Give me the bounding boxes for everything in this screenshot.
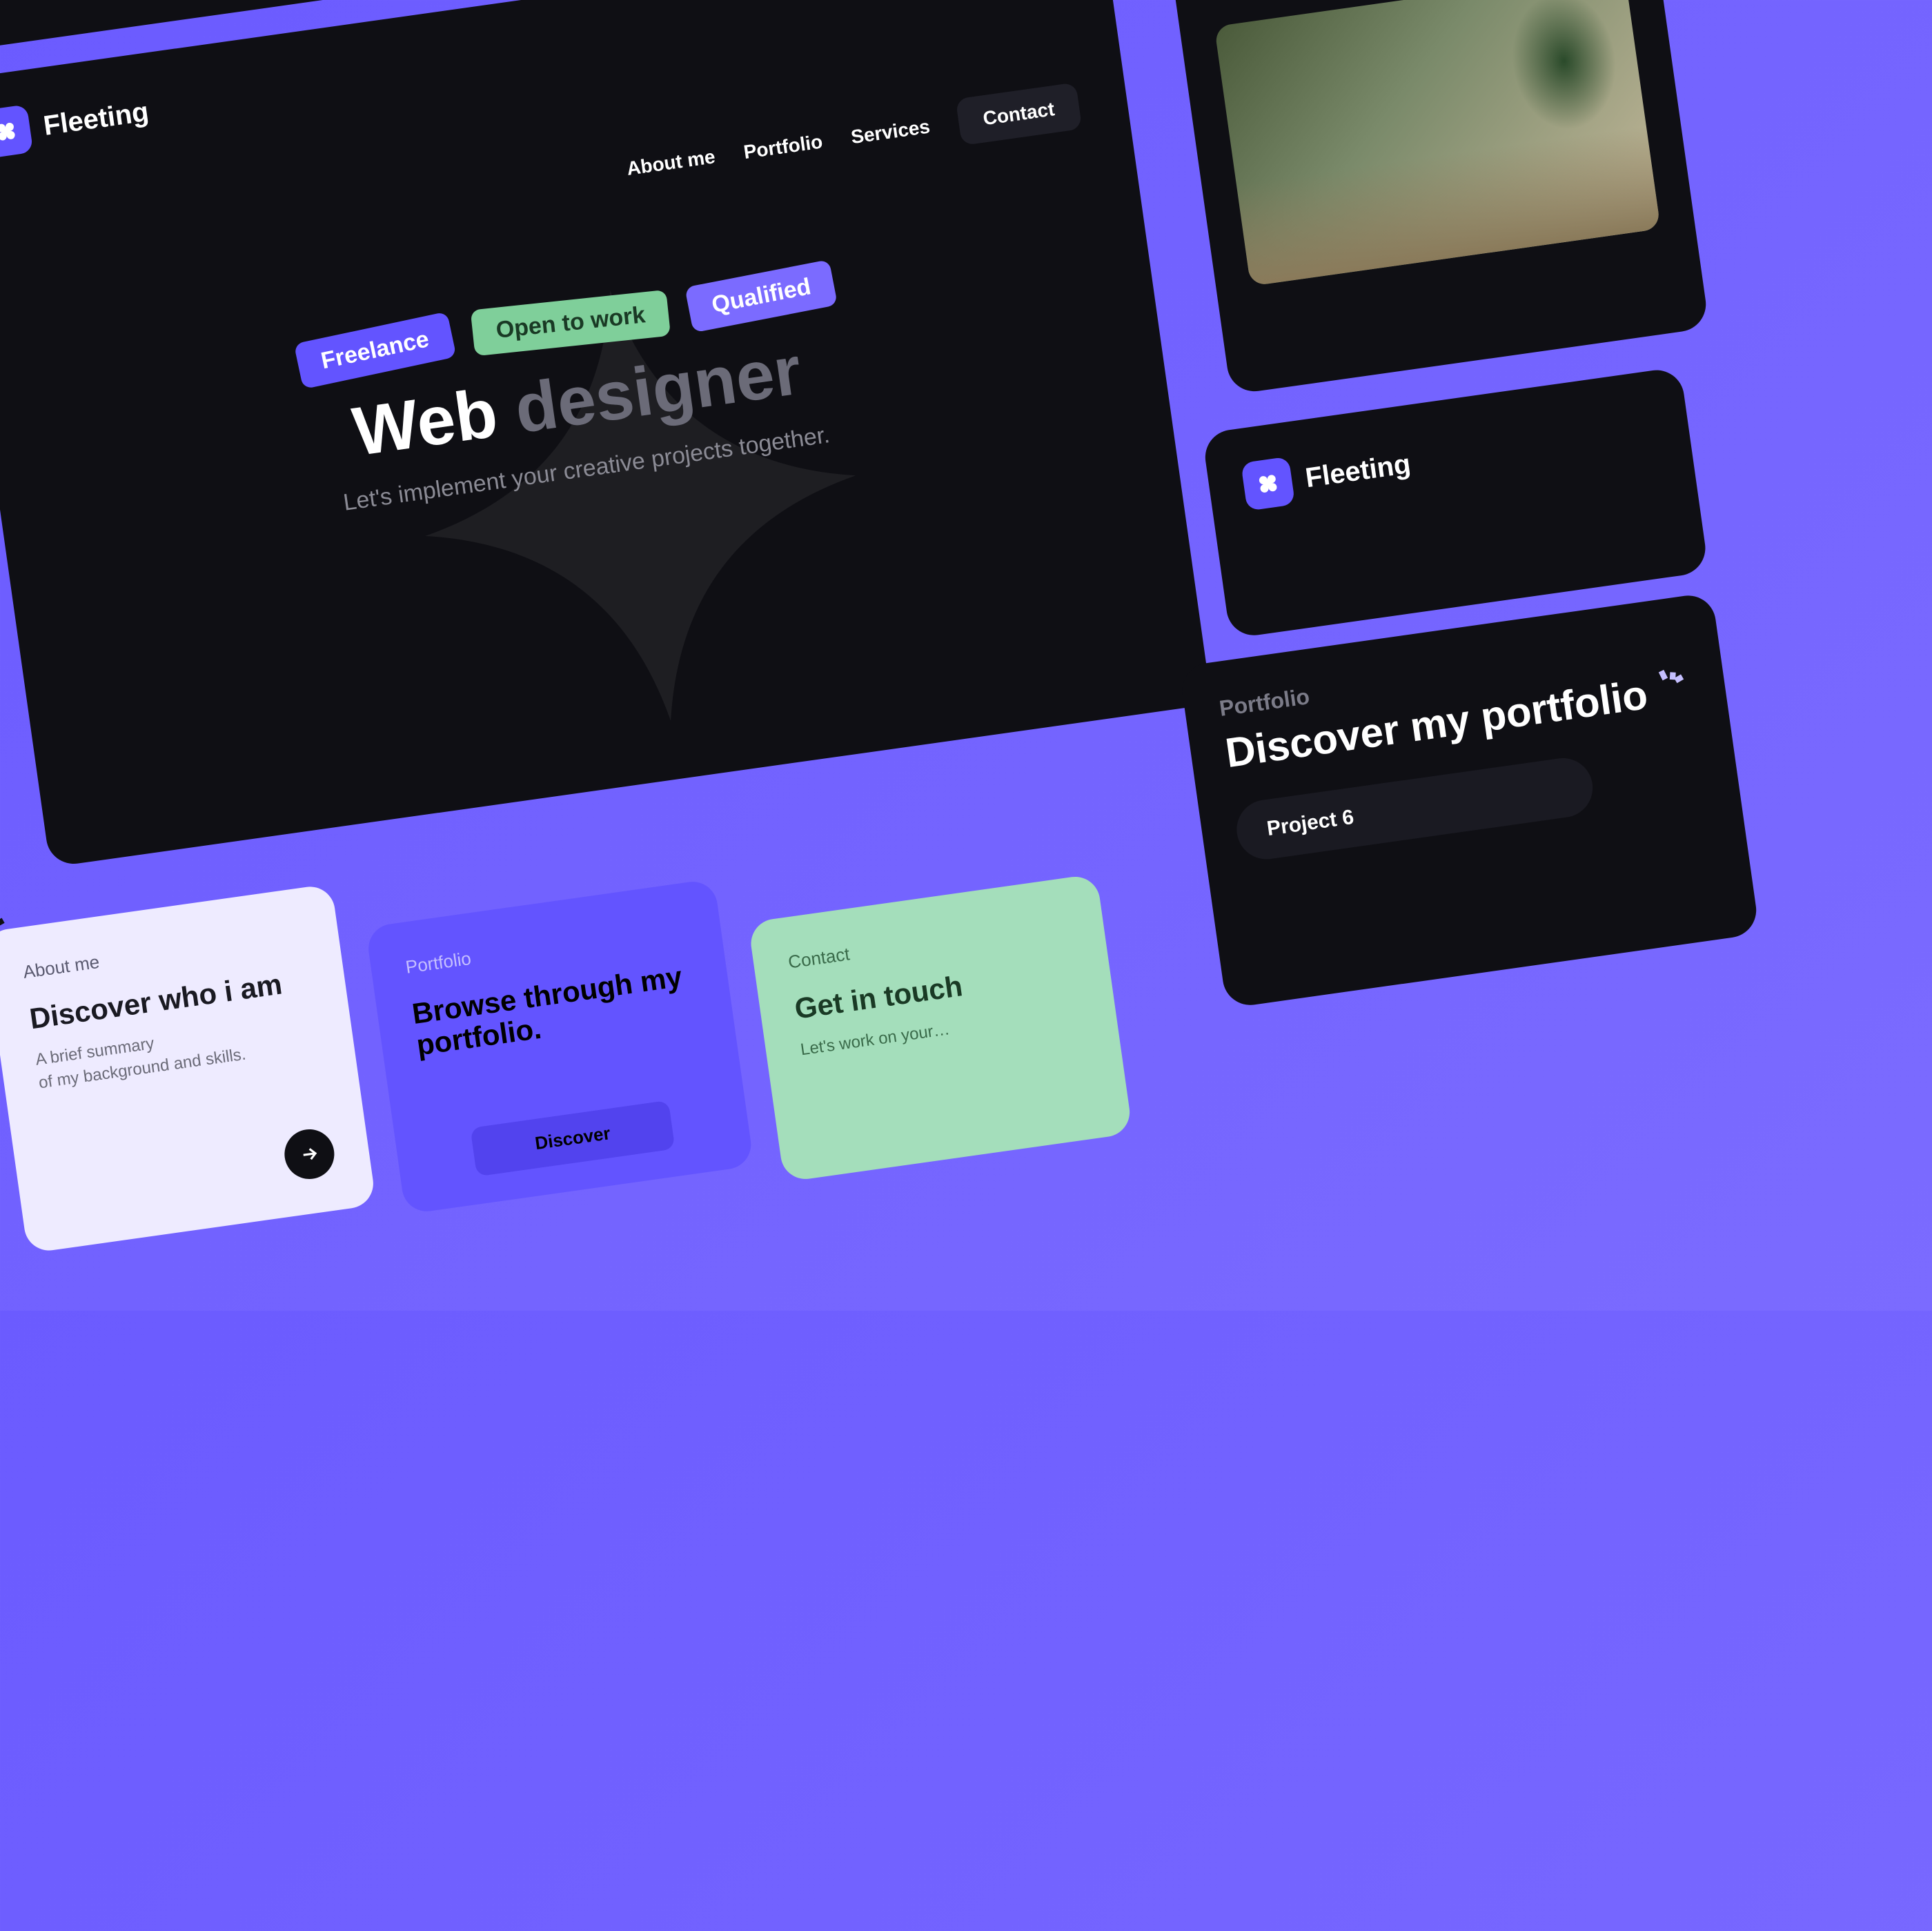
nav-services[interactable]: Services [849,116,931,149]
contact-section: Contact Get in touch [1159,0,1710,395]
nav-about[interactable]: About me [625,146,716,180]
project-item[interactable]: Project 6 [1233,754,1597,863]
portfolio-section: Portfolio Discover my portfolio Project … [1179,592,1759,1009]
arrow-button[interactable] [282,1126,337,1182]
sparkle-icon [1652,664,1691,706]
logo-icon[interactable] [1241,457,1295,511]
brand-panel: Fleeting [1202,366,1709,639]
card-title: Browse through my portfolio. [410,959,699,1062]
portfolio-card[interactable]: Portfolio Browse through my portfolio. D… [365,879,753,1215]
workspace-image [1214,0,1661,286]
about-card[interactable]: About me Discover who i am A brief summa… [0,884,377,1254]
hero-panel: Fleeting About me Portfolio Services Con… [0,0,1212,867]
discover-button[interactable]: Discover [470,1100,675,1177]
nav-portfolio[interactable]: Portfolio [742,130,824,164]
contact-button[interactable]: Contact [955,82,1082,146]
logo-icon[interactable] [0,104,33,159]
brand-name: Fleeting [1303,448,1412,494]
contact-card[interactable]: Contact Get in touch Let's work on your… [748,873,1133,1182]
brand-name: Fleeting [41,96,150,141]
